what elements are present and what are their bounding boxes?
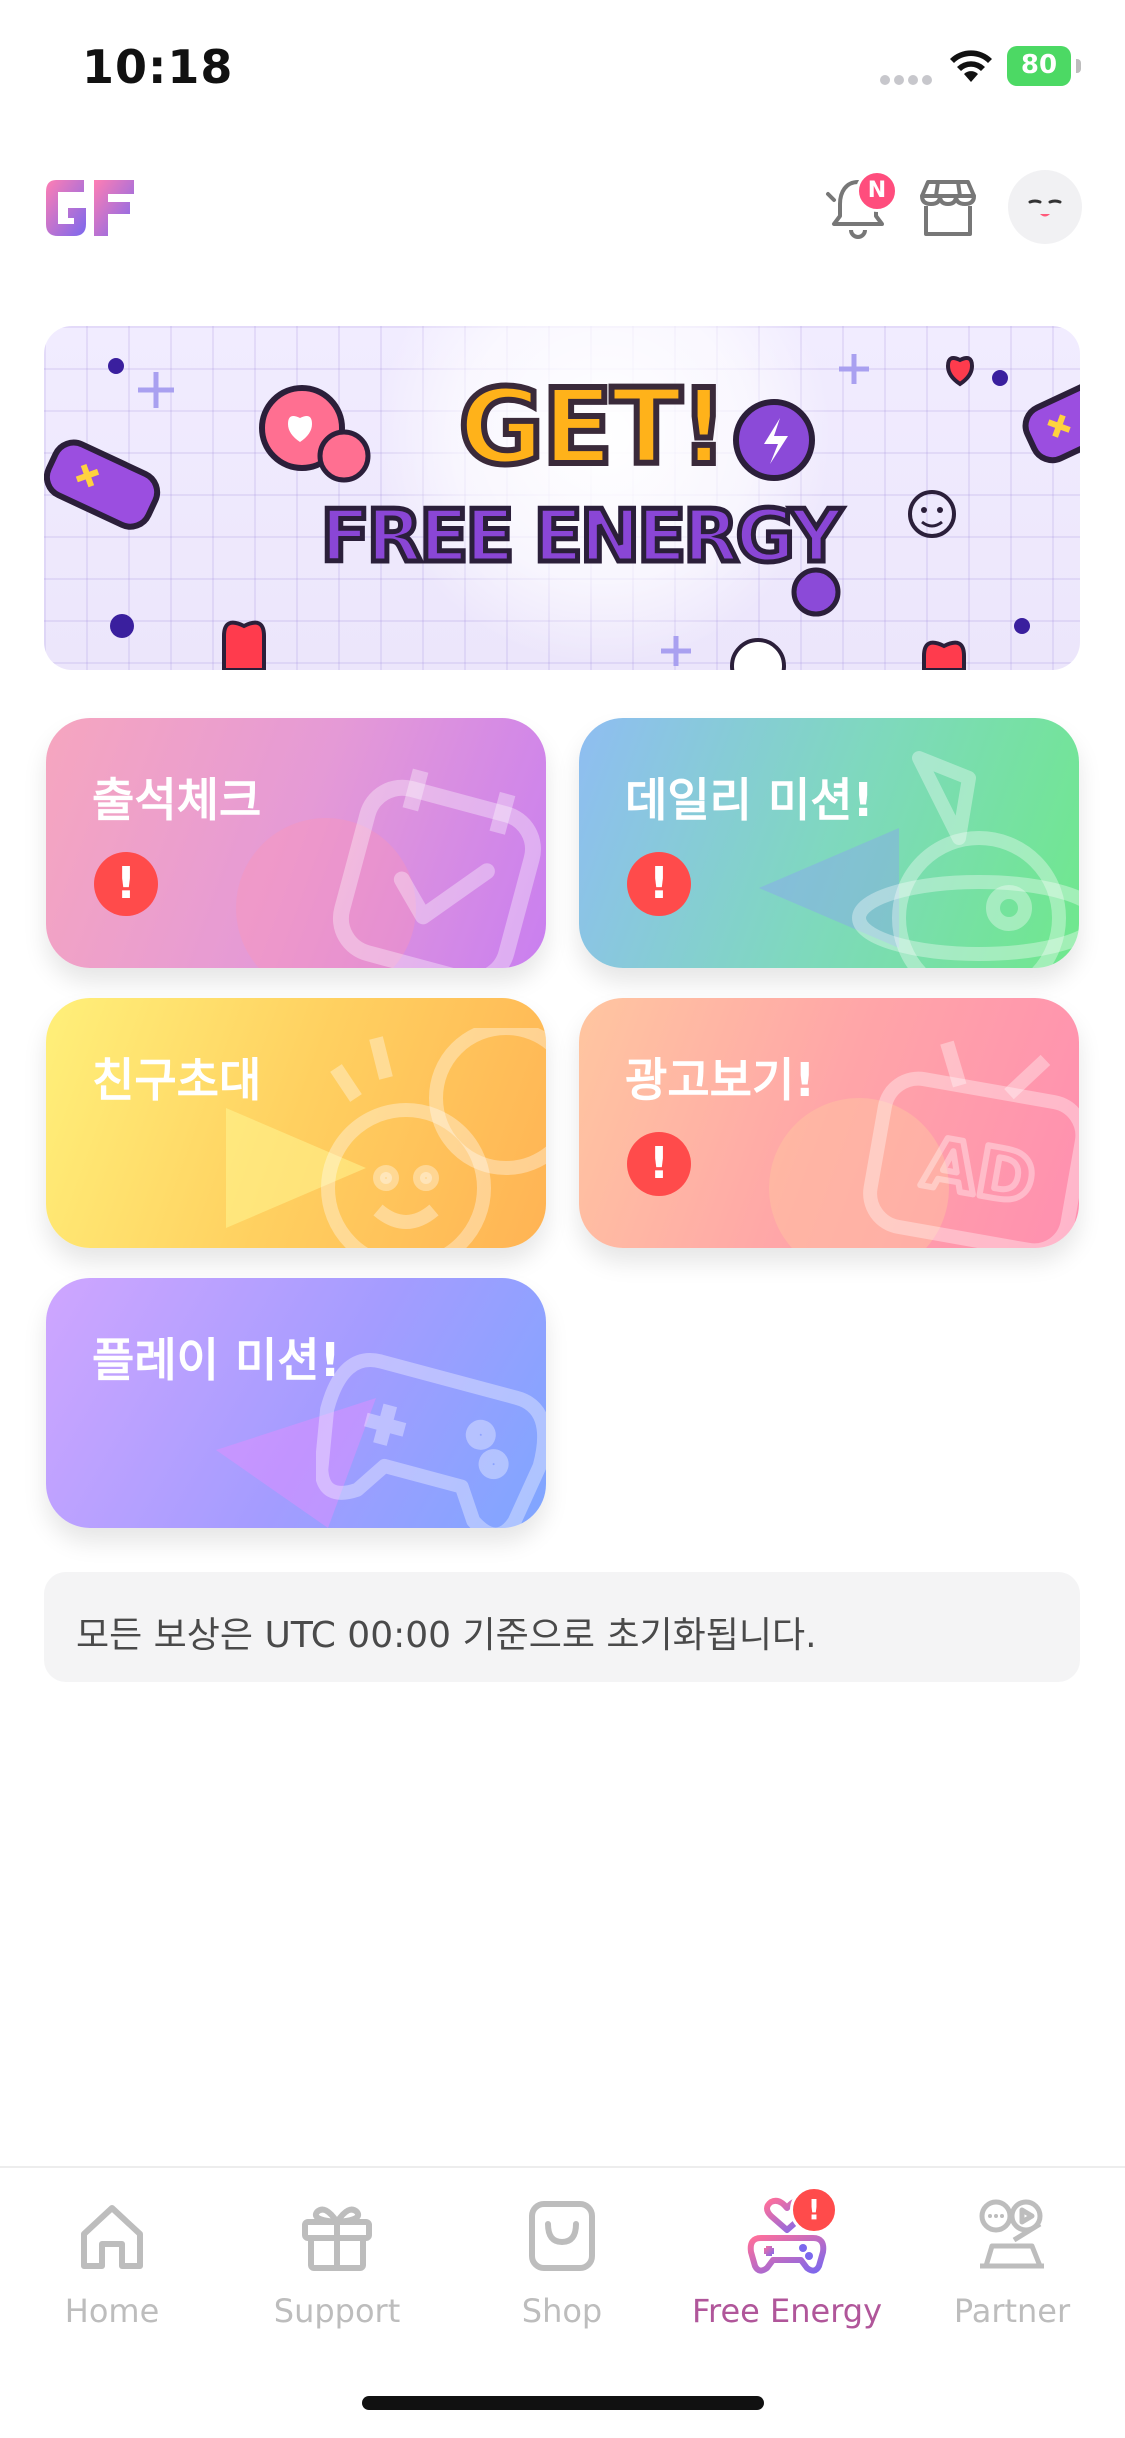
banner-title: GET!	[456, 366, 731, 488]
tab-label: Support	[273, 2292, 401, 2330]
status-bar: 10:18 80	[0, 0, 1125, 140]
tab-label: Partner	[953, 2292, 1071, 2330]
app-logo[interactable]	[44, 178, 136, 238]
card-title: 친구초대	[92, 1053, 262, 1107]
alert-icon: !	[94, 852, 158, 916]
cellular-signal-icon	[880, 75, 932, 85]
wifi-icon	[950, 50, 992, 82]
partner-icon	[979, 2199, 1044, 2269]
avatar[interactable]	[1008, 170, 1082, 244]
battery-icon: 80	[1007, 46, 1081, 86]
invite-friends-card[interactable]: 친구초대	[46, 998, 546, 1248]
free-energy-banner[interactable]: GET! FREE ENERGY	[44, 326, 1080, 670]
smiley-friends-icon	[321, 1028, 546, 1248]
status-time: 10:18	[82, 40, 234, 94]
tab-free-energy[interactable]: Free Energy	[687, 2194, 887, 2334]
tab-label: Shop	[521, 2292, 603, 2330]
tab-label: Home	[64, 2292, 160, 2330]
tab-home[interactable]: Home	[12, 2194, 212, 2334]
battery-level: 80	[1020, 50, 1058, 80]
home-icon	[81, 2205, 143, 2269]
card-title: 데일리 미션!	[625, 773, 874, 827]
face-icon	[1028, 199, 1062, 217]
daily-mission-card[interactable]: 데일리 미션! !	[579, 718, 1079, 968]
shopping-bag-icon	[529, 2201, 595, 2271]
tab-partner[interactable]: Partner	[912, 2194, 1112, 2334]
reset-notice-text: 모든 보상은 UTC 00:00 기준으로 초기화됩니다.	[76, 1615, 817, 1656]
attendance-check-card[interactable]: 출석체크 !	[46, 718, 546, 968]
watch-ads-card[interactable]: AD 광고보기! !	[579, 998, 1079, 1248]
card-title: 광고보기!	[625, 1053, 816, 1107]
free-energy-alert-badge: !	[790, 2186, 838, 2234]
ad-tv-icon: AD	[863, 1040, 1079, 1248]
planet-flag-icon	[852, 751, 1079, 968]
alert-icon: !	[627, 1132, 691, 1196]
home-indicator[interactable]	[362, 2396, 764, 2410]
tab-support[interactable]: Support	[237, 2194, 437, 2334]
tab-shop[interactable]: Shop	[462, 2194, 662, 2334]
gift-icon	[302, 2206, 372, 2271]
tab-label: Free Energy	[691, 2292, 883, 2330]
reset-notice: 모든 보상은 UTC 00:00 기준으로 초기화됩니다.	[44, 1572, 1080, 1682]
calendar-check-icon	[332, 768, 541, 968]
gamepad-icon	[316, 1353, 546, 1528]
card-title: 플레이 미션!	[92, 1333, 341, 1387]
alert-icon: !	[627, 852, 691, 916]
card-title: 출석체크	[92, 773, 262, 827]
svg-text:AD: AD	[917, 1121, 1042, 1221]
banner-subtitle: FREE ENERGY	[318, 492, 845, 581]
play-mission-card[interactable]: 플레이 미션!	[46, 1278, 546, 1528]
notification-badge: N	[856, 170, 898, 212]
store-icon[interactable]	[912, 172, 984, 244]
